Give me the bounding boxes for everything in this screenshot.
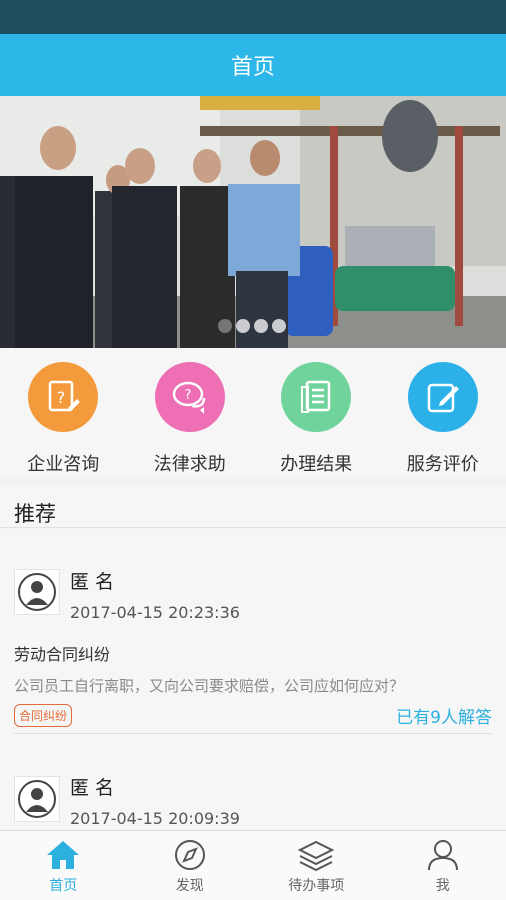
svg-text:?: ? <box>57 388 66 407</box>
menu-label: 办理结果 <box>280 454 353 475</box>
menu-enterprise-consult[interactable]: ? 企业咨询 <box>0 348 127 478</box>
post-time: 2017-04-15 20:23:36 <box>70 603 240 622</box>
tab-todo[interactable]: 待办事项 <box>253 831 380 900</box>
user-avatar-icon <box>18 780 56 818</box>
banner-photo <box>0 96 506 348</box>
layers-icon <box>298 840 335 871</box>
question-card[interactable]: 匿 名 2017-04-15 20:23:36 劳动合同纠纷 公司员工自行离职，… <box>0 529 506 751</box>
quick-menu: ? 企业咨询 ? 法律求助 办理结果 服务评价 <box>0 348 506 478</box>
home-icon <box>47 841 80 869</box>
edit-icon <box>407 362 478 432</box>
carousel-dot[interactable] <box>254 319 268 333</box>
tab-label: 首页 <box>49 878 78 894</box>
recommend-header: 推荐 <box>0 486 506 528</box>
carousel-indicators[interactable] <box>218 319 286 333</box>
compass-icon <box>174 840 205 870</box>
bottom-tab-bar: 首页 发现 待办事项 我 <box>0 830 506 900</box>
carousel-dot[interactable] <box>272 319 286 333</box>
banner-carousel[interactable] <box>0 96 506 348</box>
avatar <box>14 776 60 822</box>
user-name: 匿 名 <box>70 777 115 799</box>
tab-label: 我 <box>435 878 450 894</box>
user-name: 匿 名 <box>70 571 115 593</box>
question-title[interactable]: 劳动合同纠纷 <box>14 641 110 665</box>
divider <box>14 733 492 734</box>
menu-label: 服务评价 <box>406 454 479 475</box>
menu-label: 企业咨询 <box>27 454 100 475</box>
tab-me[interactable]: 我 <box>380 831 506 900</box>
tab-home[interactable]: 首页 <box>0 831 127 900</box>
menu-service-rating[interactable]: 服务评价 <box>380 348 506 478</box>
answers-count[interactable]: 已有9人解答 <box>396 703 492 728</box>
chat-question-icon: ? <box>154 362 225 432</box>
post-time: 2017-04-15 20:09:39 <box>70 809 240 828</box>
app-header: 首页 <box>0 34 506 96</box>
menu-label: 法律求助 <box>153 454 226 475</box>
svg-text:?: ? <box>184 388 191 403</box>
question-card[interactable]: 匿 名 2017-04-15 20:09:39 <box>0 751 506 830</box>
question-doc-icon: ? <box>28 362 99 432</box>
carousel-dot[interactable] <box>218 319 232 333</box>
category-tag: 合同纠纷 <box>14 704 73 727</box>
menu-results[interactable]: 办理结果 <box>253 348 380 478</box>
user-avatar-icon <box>18 573 56 611</box>
page-title: 首页 <box>230 55 275 80</box>
menu-legal-help[interactable]: ? 法律求助 <box>127 348 254 478</box>
tab-label: 待办事项 <box>288 878 345 894</box>
avatar <box>14 569 60 615</box>
user-icon <box>427 840 458 871</box>
question-desc[interactable]: 公司员工自行离职，又向公司要求赔偿，公司应如何应对？ <box>14 675 404 696</box>
recommend-title: 推荐 <box>14 502 56 526</box>
tab-label: 发现 <box>175 878 204 894</box>
tab-discover[interactable]: 发现 <box>127 831 254 900</box>
status-bar <box>0 0 506 34</box>
carousel-dot[interactable] <box>236 319 250 333</box>
document-list-icon <box>281 362 352 432</box>
